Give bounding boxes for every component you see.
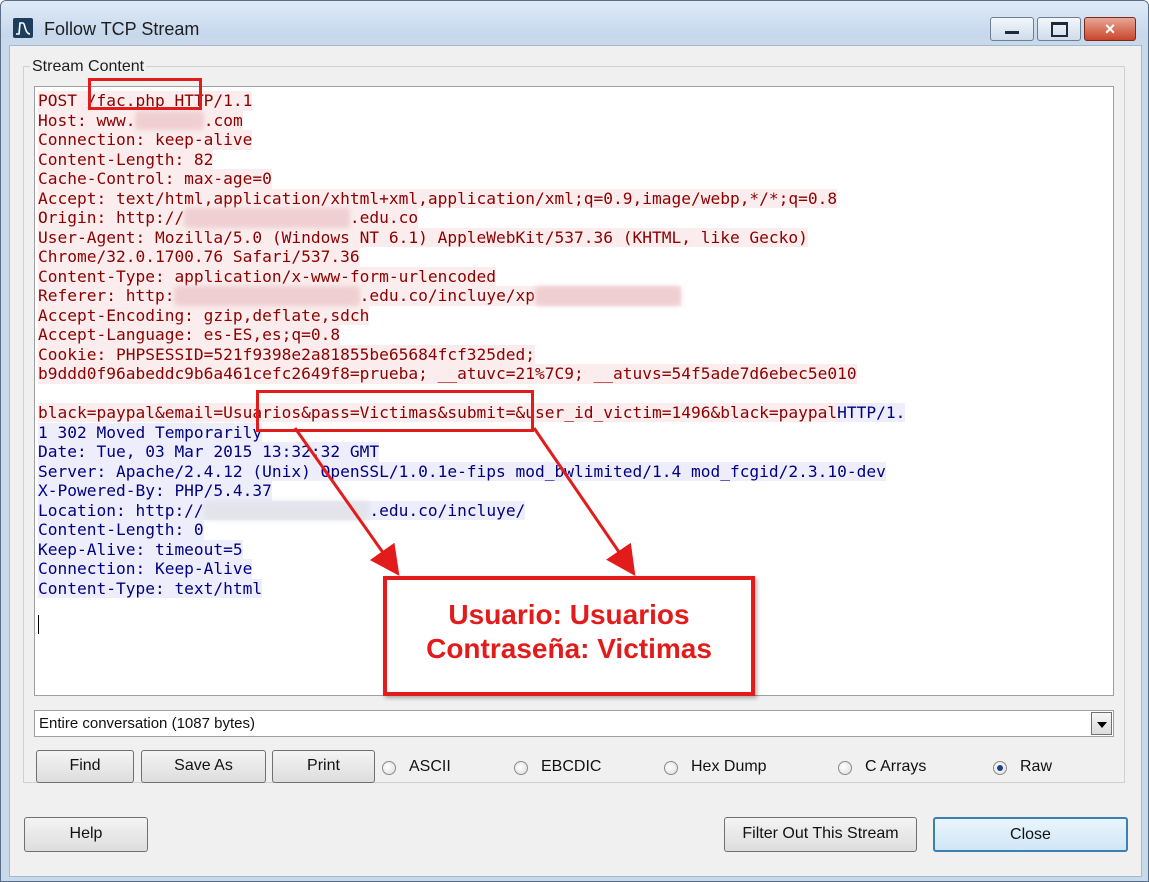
response-status: 1 302 Moved Temporarily [38, 422, 263, 442]
follow-tcp-stream-window: Follow TCP Stream × Stream Content POST … [0, 0, 1149, 882]
redacted-host: xxxxxxx [135, 110, 204, 130]
request-cache-control: Cache-Control: max-age=0 [38, 169, 272, 189]
window-title: Follow TCP Stream [44, 19, 200, 39]
minimize-button[interactable] [990, 17, 1034, 41]
close-icon: × [1104, 19, 1116, 39]
redacted-referer: xxxxxxxxxxxxxxxxxxx [174, 286, 360, 306]
request-connection: Connection: keep-alive [38, 130, 253, 150]
request-cookie-cont: b9ddd0f96abeddc9b6a461cefc2649f8=prueba;… [38, 364, 857, 384]
format-ebcdic-label: EBCDIC [541, 758, 602, 775]
maximize-icon [1051, 22, 1068, 37]
request-user-agent: User-Agent: Mozilla/5.0 (Windows NT 6.1)… [38, 227, 808, 247]
format-ascii-label: ASCII [409, 758, 451, 775]
request-origin: Origin: http://xxxxxxxxxxxxxxxxx.edu.co [38, 208, 419, 228]
request-accept-language: Accept-Language: es-ES,es;q=0.8 [38, 325, 341, 345]
request-accept: Accept: text/html,application/xhtml+xml,… [38, 188, 838, 208]
annotation-password: Contraseña: Victimas [426, 633, 712, 664]
path-highlight-box [88, 78, 202, 110]
format-hex-dump-label: Hex Dump [691, 758, 767, 775]
close-window-button[interactable]: × [1084, 17, 1136, 41]
credentials-highlight-box [256, 390, 534, 432]
help-button[interactable]: Help [24, 817, 148, 852]
response-connection: Connection: Keep-Alive [38, 559, 253, 579]
filter-out-stream-button[interactable]: Filter Out This Stream [724, 817, 917, 852]
close-button[interactable]: Close [933, 817, 1128, 852]
redacted-referer-path: xxxxxxxxxxxxxxx [535, 286, 682, 306]
raw-selected-dot [997, 765, 1003, 771]
response-server: Server: Apache/2.4.12 (Unix) OpenSSL/1.0… [38, 461, 886, 481]
stream-content-label: Stream Content [30, 58, 147, 76]
print-button[interactable]: Print [272, 750, 375, 783]
request-referer: Referer: http:xxxxxxxxxxxxxxxxxxx.edu.co… [38, 286, 682, 306]
wireshark-app-icon [13, 18, 33, 38]
conversation-select[interactable]: Entire conversation (1087 bytes) [34, 710, 1114, 737]
response-content-type: Content-Type: text/html [38, 578, 263, 598]
credentials-annotation-box: Usuario: Usuarios Contraseña: Victimas [383, 576, 755, 696]
title-bar[interactable]: Follow TCP Stream × [1, 1, 1148, 41]
response-keep-alive: Keep-Alive: timeout=5 [38, 539, 243, 559]
request-accept-encoding: Accept-Encoding: gzip,deflate,sdch [38, 305, 370, 325]
response-powered-by: X-Powered-By: PHP/5.4.37 [38, 481, 272, 501]
dialog-client-area: Stream Content POST /fac.php HTTP/1.1 Ho… [9, 45, 1142, 877]
minimize-icon [1005, 31, 1019, 34]
request-host: Host: www.xxxxxxx.com [38, 110, 243, 130]
request-content-type: Content-Type: application/x-www-form-url… [38, 266, 497, 286]
response-location: Location: http://xxxxxxxxxxxxxxxxx.edu.c… [38, 500, 526, 520]
response-date: Date: Tue, 03 Mar 2015 13:32:32 GMT [38, 442, 380, 462]
response-content-length: Content-Length: 0 [38, 520, 204, 540]
save-as-button[interactable]: Save As [141, 750, 266, 783]
format-raw-label: Raw [1020, 758, 1053, 775]
redacted-location: xxxxxxxxxxxxxxxxx [203, 500, 370, 520]
format-c-arrays-label: C Arrays [865, 758, 927, 775]
text-caret [38, 615, 39, 634]
response-status-start: HTTP/1. [837, 403, 906, 422]
annotation-user: Usuario: Usuarios [448, 599, 690, 630]
conversation-select-value: Entire conversation (1087 bytes) [39, 715, 255, 732]
request-cookie: Cookie: PHPSESSID=521f9398e2a81855be6568… [38, 344, 536, 364]
request-content-length: Content-Length: 82 [38, 149, 214, 169]
request-user-agent-cont: Chrome/32.0.1700.76 Safari/537.36 [38, 247, 360, 267]
maximize-button[interactable] [1037, 17, 1081, 41]
redacted-origin: xxxxxxxxxxxxxxxxx [184, 208, 350, 228]
find-button[interactable]: Find [36, 750, 134, 783]
chevron-down-icon[interactable] [1091, 712, 1112, 735]
